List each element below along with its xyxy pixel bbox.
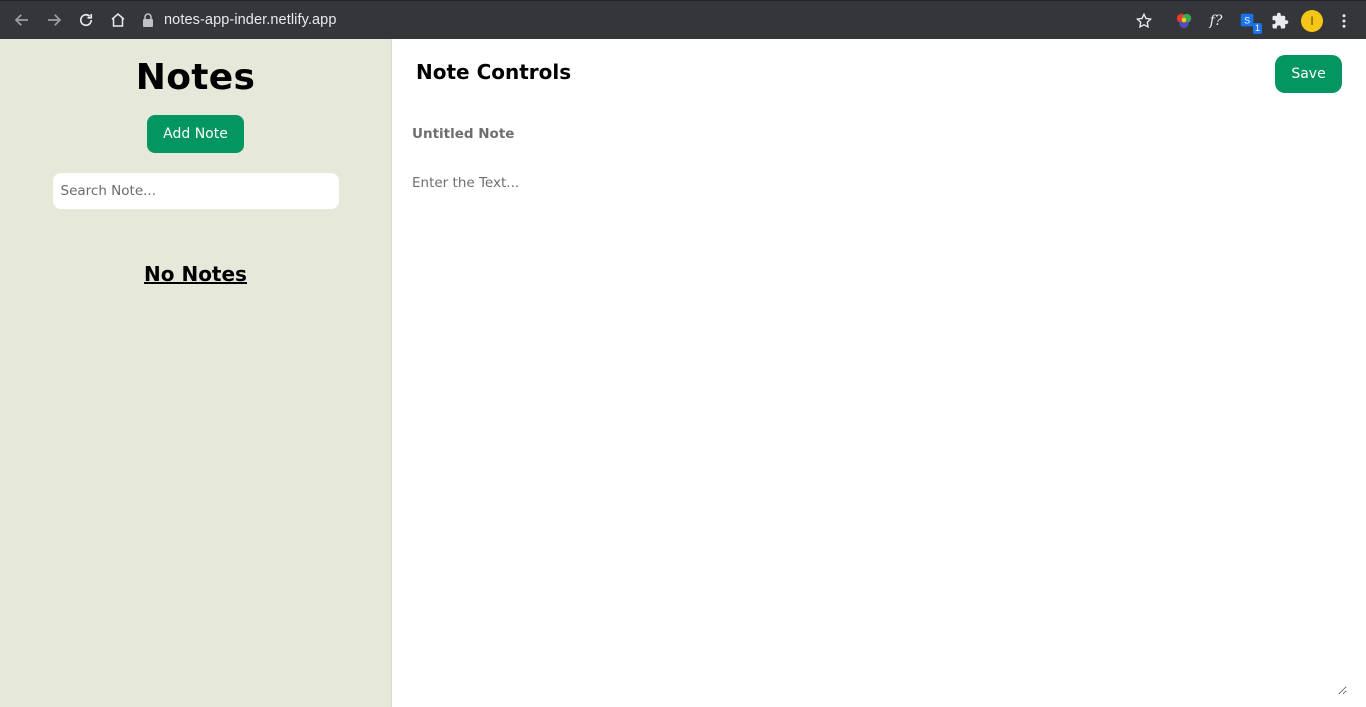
empty-notes-message: No Notes [144, 262, 247, 286]
kebab-menu-icon [1342, 13, 1346, 28]
editor-header: Note Controls [416, 60, 572, 84]
avatar: I [1301, 9, 1323, 32]
url-text[interactable]: notes-app-inder.netlify.app [164, 12, 337, 28]
home-icon [111, 13, 125, 27]
sidebar: Notes Add Note No Notes [0, 39, 391, 707]
note-title-input[interactable] [412, 123, 1012, 145]
bookmark-star-button[interactable] [1128, 5, 1160, 37]
star-icon [1135, 12, 1153, 28]
forward-arrow-icon [48, 14, 62, 26]
note-text-area[interactable] [412, 175, 1347, 695]
back-button[interactable] [6, 4, 38, 36]
puzzle-extensions-icon [1272, 12, 1289, 28]
notes-app: Notes Add Note No Notes Note Controls Sa… [0, 39, 1366, 707]
color-wheel-extension-button[interactable] [1168, 5, 1200, 37]
svg-text:S: S [1244, 15, 1250, 25]
back-arrow-icon [14, 14, 28, 26]
search-input[interactable] [52, 173, 339, 209]
note-editor: Note Controls Save [391, 39, 1366, 707]
add-note-button[interactable]: Add Note [147, 115, 244, 153]
toolbar-right: f? S 1 I [1128, 1, 1366, 40]
address-bar[interactable]: notes-app-inder.netlify.app [142, 6, 337, 34]
formula-extension-icon: f? [1209, 12, 1223, 29]
browser-toolbar: notes-app-inder.netlify.app f? S 1 I [0, 0, 1366, 39]
profile-button[interactable]: I [1296, 5, 1328, 37]
formula-extension-button[interactable]: f? [1200, 5, 1232, 37]
extension-badge: 1 [1252, 22, 1262, 34]
reload-icon [79, 13, 93, 27]
lock-icon [142, 13, 154, 27]
forward-button[interactable] [38, 4, 70, 36]
extensions-button[interactable] [1264, 5, 1296, 37]
browser-menu-button[interactable] [1328, 5, 1360, 37]
app-title: Notes [135, 57, 256, 98]
color-wheel-extension-icon [1176, 13, 1192, 28]
save-button[interactable]: Save [1275, 55, 1342, 93]
reload-button[interactable] [70, 4, 102, 36]
home-button[interactable] [102, 4, 134, 36]
translate-extension-button[interactable]: S 1 [1232, 5, 1264, 37]
